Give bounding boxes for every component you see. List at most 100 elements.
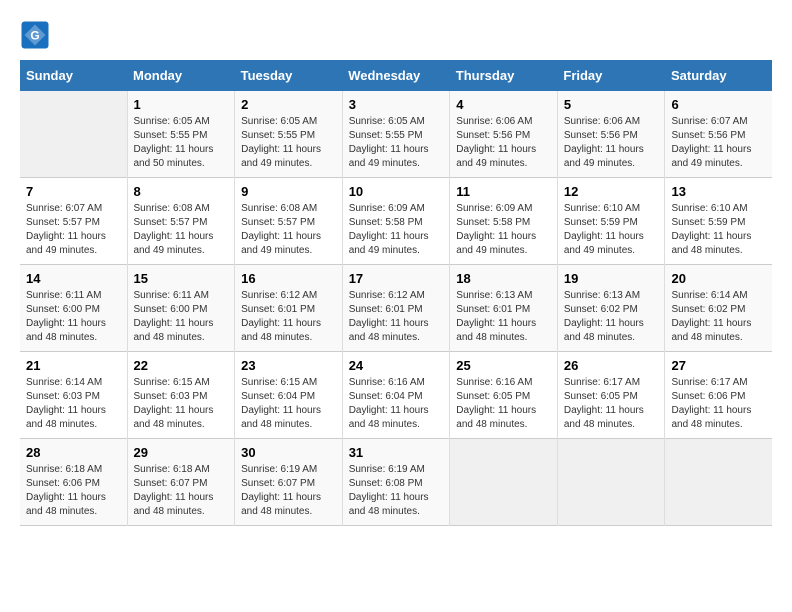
day-number: 14	[26, 271, 121, 286]
calendar-cell: 22 Sunrise: 6:15 AM Sunset: 6:03 PM Dayli…	[127, 352, 235, 439]
day-info: Sunrise: 6:10 AM Sunset: 5:59 PM Dayligh…	[671, 202, 766, 258]
calendar-cell: 11 Sunrise: 6:09 AM Sunset: 5:58 PM Dayli…	[450, 178, 558, 265]
day-number: 8	[134, 184, 229, 199]
calendar-week: 7 Sunrise: 6:07 AM Sunset: 5:57 PM Daylig…	[20, 178, 772, 265]
calendar-body: 1 Sunrise: 6:05 AM Sunset: 5:55 PM Daylig…	[20, 91, 772, 526]
calendar-cell	[20, 91, 127, 178]
calendar-week: 28 Sunrise: 6:18 AM Sunset: 6:06 PM Dayli…	[20, 439, 772, 526]
day-info: Sunrise: 6:05 AM Sunset: 5:55 PM Dayligh…	[134, 115, 229, 171]
day-info: Sunrise: 6:08 AM Sunset: 5:57 PM Dayligh…	[134, 202, 229, 258]
day-info: Sunrise: 6:16 AM Sunset: 6:05 PM Dayligh…	[456, 376, 551, 432]
day-number: 7	[26, 184, 121, 199]
header-row: SundayMondayTuesdayWednesdayThursdayFrid…	[20, 60, 772, 91]
header-day: Sunday	[20, 60, 127, 91]
day-number: 6	[671, 97, 766, 112]
calendar-cell: 23Sunrise: 6:15 AM Sunset: 6:04 PM Dayli…	[235, 352, 343, 439]
day-info: Sunrise: 6:06 AM Sunset: 5:56 PM Dayligh…	[456, 115, 551, 171]
day-number: 11	[456, 184, 551, 199]
day-info: Sunrise: 6:12 AM Sunset: 6:01 PM Dayligh…	[349, 289, 444, 345]
calendar-cell: 12 Sunrise: 6:10 AM Sunset: 5:59 PM Dayli…	[557, 178, 665, 265]
day-info: Sunrise: 6:05 AM Sunset: 5:55 PM Dayligh…	[349, 115, 444, 171]
day-info: Sunrise: 6:12 AM Sunset: 6:01 PM Dayligh…	[241, 289, 336, 345]
calendar-cell: 17 Sunrise: 6:12 AM Sunset: 6:01 PM Dayli…	[342, 265, 450, 352]
day-info: Sunrise: 6:17 AM Sunset: 6:06 PM Dayligh…	[671, 376, 766, 432]
svg-text:G: G	[30, 29, 39, 43]
calendar-week: 14 Sunrise: 6:11 AM Sunset: 6:00 PM Dayli…	[20, 265, 772, 352]
day-info: Sunrise: 6:14 AM Sunset: 6:02 PM Dayligh…	[671, 289, 766, 345]
calendar-cell: 27 Sunrise: 6:17 AM Sunset: 6:06 PM Dayli…	[665, 352, 772, 439]
calendar-table: SundayMondayTuesdayWednesdayThursdayFrid…	[20, 60, 772, 526]
calendar-cell: 21 Sunrise: 6:14 AM Sunset: 6:03 PM Dayli…	[20, 352, 127, 439]
day-info: Sunrise: 6:11 AM Sunset: 6:00 PM Dayligh…	[26, 289, 121, 345]
day-number: 17	[349, 271, 444, 286]
calendar-cell: 4 Sunrise: 6:06 AM Sunset: 5:56 PM Daylig…	[450, 91, 558, 178]
day-number: 15	[134, 271, 229, 286]
day-number: 20	[671, 271, 766, 286]
calendar-cell: 1 Sunrise: 6:05 AM Sunset: 5:55 PM Daylig…	[127, 91, 235, 178]
header-day: Monday	[127, 60, 235, 91]
day-info: Sunrise: 6:06 AM Sunset: 5:56 PM Dayligh…	[564, 115, 659, 171]
day-info: Sunrise: 6:08 AM Sunset: 5:57 PM Dayligh…	[241, 202, 336, 258]
calendar-cell: 7 Sunrise: 6:07 AM Sunset: 5:57 PM Daylig…	[20, 178, 127, 265]
day-number: 10	[349, 184, 444, 199]
day-info: Sunrise: 6:16 AM Sunset: 6:04 PM Dayligh…	[349, 376, 444, 432]
calendar-cell: 15 Sunrise: 6:11 AM Sunset: 6:00 PM Dayli…	[127, 265, 235, 352]
calendar-cell: 25 Sunrise: 6:16 AM Sunset: 6:05 PM Dayli…	[450, 352, 558, 439]
day-number: 4	[456, 97, 551, 112]
calendar-cell: 20 Sunrise: 6:14 AM Sunset: 6:02 PM Dayli…	[665, 265, 772, 352]
day-info: Sunrise: 6:18 AM Sunset: 6:07 PM Dayligh…	[134, 463, 229, 519]
day-info: Sunrise: 6:09 AM Sunset: 5:58 PM Dayligh…	[456, 202, 551, 258]
day-info: Sunrise: 6:07 AM Sunset: 5:56 PM Dayligh…	[671, 115, 766, 171]
day-info: Sunrise: 6:11 AM Sunset: 6:00 PM Dayligh…	[134, 289, 229, 345]
day-number: 28	[26, 445, 121, 460]
header-day: Tuesday	[235, 60, 343, 91]
day-info: Sunrise: 6:17 AM Sunset: 6:05 PM Dayligh…	[564, 376, 659, 432]
calendar-cell: 24 Sunrise: 6:16 AM Sunset: 6:04 PM Dayli…	[342, 352, 450, 439]
day-info: Sunrise: 6:07 AM Sunset: 5:57 PM Dayligh…	[26, 202, 121, 258]
day-number: 23	[241, 358, 336, 373]
calendar-cell: 8 Sunrise: 6:08 AM Sunset: 5:57 PM Daylig…	[127, 178, 235, 265]
day-number: 1	[134, 97, 229, 112]
day-number: 19	[564, 271, 659, 286]
header-day: Friday	[557, 60, 665, 91]
day-info: Sunrise: 6:13 AM Sunset: 6:02 PM Dayligh…	[564, 289, 659, 345]
day-info: Sunrise: 6:18 AM Sunset: 6:06 PM Dayligh…	[26, 463, 121, 519]
calendar-cell: 10 Sunrise: 6:09 AM Sunset: 5:58 PM Dayli…	[342, 178, 450, 265]
day-info: Sunrise: 6:05 AM Sunset: 5:55 PM Dayligh…	[241, 115, 336, 171]
calendar-cell: 14 Sunrise: 6:11 AM Sunset: 6:00 PM Dayli…	[20, 265, 127, 352]
logo-icon: G	[20, 20, 50, 50]
day-info: Sunrise: 6:10 AM Sunset: 5:59 PM Dayligh…	[564, 202, 659, 258]
calendar-cell: 6 Sunrise: 6:07 AM Sunset: 5:56 PM Daylig…	[665, 91, 772, 178]
page-header: G	[20, 20, 772, 50]
day-number: 22	[134, 358, 229, 373]
header-day: Thursday	[450, 60, 558, 91]
day-number: 3	[349, 97, 444, 112]
day-number: 29	[134, 445, 229, 460]
header-day: Wednesday	[342, 60, 450, 91]
day-number: 18	[456, 271, 551, 286]
day-info: Sunrise: 6:15 AM Sunset: 6:03 PM Dayligh…	[134, 376, 229, 432]
header-day: Saturday	[665, 60, 772, 91]
day-info: Sunrise: 6:09 AM Sunset: 5:58 PM Dayligh…	[349, 202, 444, 258]
day-info: Sunrise: 6:14 AM Sunset: 6:03 PM Dayligh…	[26, 376, 121, 432]
calendar-cell: 5Sunrise: 6:06 AM Sunset: 5:56 PM Daylig…	[557, 91, 665, 178]
day-number: 31	[349, 445, 444, 460]
day-number: 21	[26, 358, 121, 373]
calendar-header: SundayMondayTuesdayWednesdayThursdayFrid…	[20, 60, 772, 91]
calendar-cell: 19 Sunrise: 6:13 AM Sunset: 6:02 PM Dayli…	[557, 265, 665, 352]
calendar-cell: 30Sunrise: 6:19 AM Sunset: 6:07 PM Dayli…	[235, 439, 343, 526]
calendar-cell: 28 Sunrise: 6:18 AM Sunset: 6:06 PM Dayli…	[20, 439, 127, 526]
day-number: 24	[349, 358, 444, 373]
day-number: 27	[671, 358, 766, 373]
calendar-week: 21 Sunrise: 6:14 AM Sunset: 6:03 PM Dayli…	[20, 352, 772, 439]
calendar-week: 1 Sunrise: 6:05 AM Sunset: 5:55 PM Daylig…	[20, 91, 772, 178]
day-number: 9	[241, 184, 336, 199]
calendar-cell: 13Sunrise: 6:10 AM Sunset: 5:59 PM Dayli…	[665, 178, 772, 265]
calendar-cell: 31Sunrise: 6:19 AM Sunset: 6:08 PM Dayli…	[342, 439, 450, 526]
day-number: 12	[564, 184, 659, 199]
day-number: 26	[564, 358, 659, 373]
calendar-cell: 2Sunrise: 6:05 AM Sunset: 5:55 PM Daylig…	[235, 91, 343, 178]
day-number: 25	[456, 358, 551, 373]
calendar-cell: 18Sunrise: 6:13 AM Sunset: 6:01 PM Dayli…	[450, 265, 558, 352]
calendar-cell	[665, 439, 772, 526]
